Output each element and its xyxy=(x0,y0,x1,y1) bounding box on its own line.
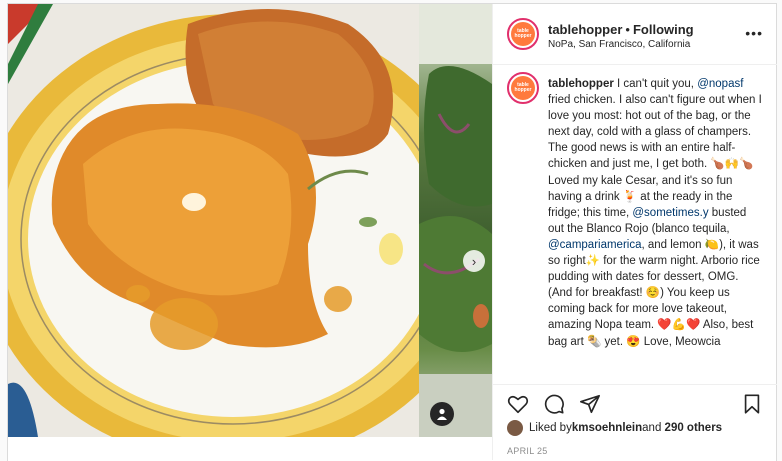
header-user-line: tablehopper • Following xyxy=(548,22,694,37)
author-avatar[interactable]: table hopper xyxy=(507,18,539,50)
mention-campariamerica[interactable]: @campariamerica xyxy=(548,239,641,251)
comment-icon[interactable] xyxy=(543,393,565,415)
fried-chicken-photo[interactable] xyxy=(8,4,419,437)
following-button[interactable]: Following xyxy=(633,22,694,37)
post-card: › table hopper tablehopper • Following NoP… xyxy=(7,3,777,461)
post-header: table hopper tablehopper • Following NoPa,… xyxy=(493,4,777,65)
post-caption: tablehopper I can't quit you, @nopasf fr… xyxy=(548,76,762,350)
likes-middle: and xyxy=(642,422,662,434)
logo-text-line2: hopper xyxy=(514,33,532,39)
likes-count-link[interactable]: 290 others xyxy=(665,422,723,434)
liker-avatar[interactable] xyxy=(507,420,523,436)
caption-text-part2: fried chicken. I also can't figure out w… xyxy=(548,94,762,219)
next-slide-button[interactable]: › xyxy=(463,250,485,272)
more-options-icon[interactable]: ••• xyxy=(745,25,763,41)
author-username-link[interactable]: tablehopper xyxy=(548,22,622,37)
likes-prefix: Liked by xyxy=(529,422,572,434)
share-icon[interactable] xyxy=(579,393,601,415)
separator-dot: • xyxy=(625,22,630,37)
heart-icon[interactable] xyxy=(507,393,529,415)
post-media[interactable]: › xyxy=(8,4,492,437)
mention-nopasf[interactable]: @nopasf xyxy=(697,78,743,90)
bookmark-icon[interactable] xyxy=(741,393,763,415)
tablehopper-logo: table hopper xyxy=(511,22,535,46)
location-link[interactable]: NoPa, San Francisco, California xyxy=(548,39,690,50)
tagged-user-icon[interactable] xyxy=(430,402,454,426)
logo-text-line2: hopper xyxy=(514,87,532,93)
kale-salad-illustration xyxy=(419,4,492,437)
tablehopper-logo: table hopper xyxy=(511,76,535,100)
caption-text-part1: I can't quit you, xyxy=(613,78,698,90)
post-date[interactable]: APRIL 25 xyxy=(507,446,548,456)
post-side-panel: table hopper tablehopper • Following NoPa,… xyxy=(492,4,777,460)
liker-username-link[interactable]: kmsoehnlein xyxy=(572,422,642,434)
action-bar xyxy=(493,384,777,415)
caption-author-avatar[interactable]: table hopper xyxy=(507,72,539,104)
kale-salad-photo[interactable] xyxy=(419,4,492,437)
caption-username-link[interactable]: tablehopper xyxy=(548,78,614,90)
fried-chicken-illustration xyxy=(8,4,419,437)
caption-text-part4: , and lemon 🍋), it was so right✨ for the… xyxy=(548,238,760,348)
mention-sometimes[interactable]: @sometimes.y xyxy=(632,207,708,219)
likes-summary: Liked by kmsoehnlein and 290 others xyxy=(507,420,722,436)
person-icon xyxy=(437,408,447,420)
chevron-right-icon: › xyxy=(471,253,477,269)
